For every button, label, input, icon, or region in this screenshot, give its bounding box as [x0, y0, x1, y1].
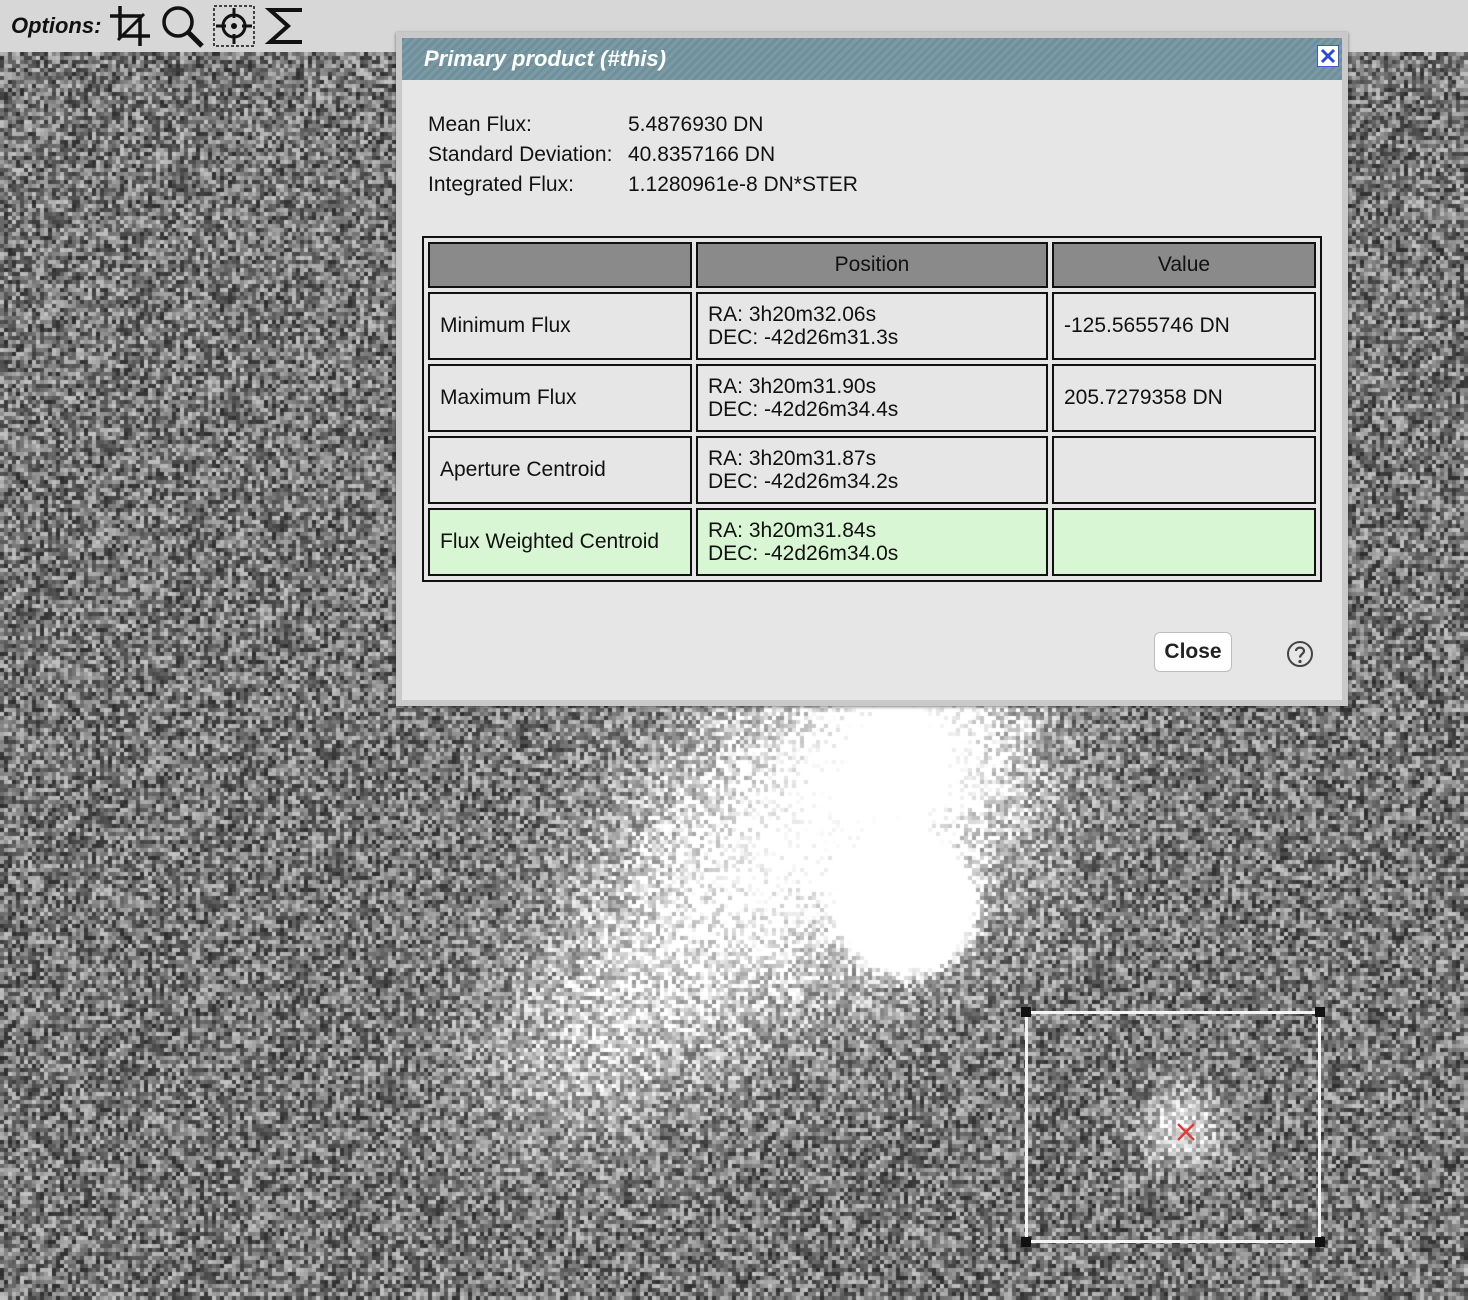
resize-handle-top-right[interactable] [1315, 1007, 1325, 1017]
centroid-marker-icon [1177, 1123, 1195, 1141]
table-row-value: -125.5655746 DN [1052, 292, 1316, 360]
table-header-blank [428, 242, 692, 288]
crosshair-icon[interactable] [211, 3, 257, 49]
dialog-titlebar[interactable]: Primary product (#this) [402, 38, 1342, 80]
table-header-position: Position [696, 242, 1048, 288]
dec-text: DEC: -42d26m34.4s [708, 398, 899, 421]
table-row-name: Flux Weighted Centroid [428, 508, 692, 576]
stat-row-mean: Mean Flux: 5.4876930 DN [428, 110, 858, 140]
image-viewer[interactable]: Options: Primary product (#this) Mean Fl… [0, 0, 1468, 1300]
stat-row-stddev: Standard Deviation: 40.8357166 DN [428, 140, 858, 170]
summary-stats: Mean Flux: 5.4876930 DN Standard Deviati… [428, 110, 858, 200]
close-button[interactable]: Close [1154, 632, 1232, 672]
dec-text: DEC: -42d26m34.0s [708, 542, 899, 565]
dec-text: DEC: -42d26m31.3s [708, 326, 899, 349]
resize-handle-bottom-left[interactable] [1021, 1237, 1031, 1247]
dec-text: DEC: -42d26m34.2s [708, 470, 899, 493]
sigma-icon[interactable] [263, 3, 309, 49]
stat-value: 40.8357166 DN [628, 143, 776, 166]
table-row-value [1052, 436, 1316, 504]
ra-text: RA: 3h20m32.06s [708, 303, 877, 326]
resize-handle-bottom-right[interactable] [1315, 1237, 1325, 1247]
magnifier-icon[interactable] [159, 3, 205, 49]
aperture-selection-box[interactable] [1021, 1007, 1325, 1247]
stat-label: Integrated Flux: [428, 173, 574, 196]
statistics-dialog: Primary product (#this) Mean Flux: 5.487… [396, 32, 1348, 706]
options-label: Options: [11, 13, 102, 38]
table-row-name: Minimum Flux [428, 292, 692, 360]
stat-label: Standard Deviation: [428, 143, 613, 166]
resize-handle-top-left[interactable] [1021, 1007, 1031, 1017]
stat-value: 1.1280961e-8 DN*STER [628, 173, 858, 196]
ra-text: RA: 3h20m31.87s [708, 447, 877, 470]
table-row-position: RA: 3h20m31.84s DEC: -42d26m34.0s [696, 508, 1048, 576]
table-row-name: Aperture Centroid [428, 436, 692, 504]
stat-row-integrated: Integrated Flux: 1.1280961e-8 DN*STER [428, 170, 858, 200]
table-row-name: Maximum Flux [428, 364, 692, 432]
dialog-title: Primary product (#this) [424, 46, 667, 71]
crop-icon[interactable] [107, 3, 153, 49]
table-row-value [1052, 508, 1316, 576]
stat-label: Mean Flux: [428, 113, 532, 136]
table-row-value: 205.7279358 DN [1052, 364, 1316, 432]
stat-value: 5.4876930 DN [628, 113, 764, 136]
close-x-icon[interactable] [1317, 45, 1339, 67]
ra-text: RA: 3h20m31.90s [708, 375, 877, 398]
table-row-position: RA: 3h20m32.06s DEC: -42d26m31.3s [696, 292, 1048, 360]
ra-text: RA: 3h20m31.84s [708, 519, 877, 542]
table-header-value: Value [1052, 242, 1316, 288]
help-icon[interactable] [1286, 640, 1314, 668]
table-row-position: RA: 3h20m31.87s DEC: -42d26m34.2s [696, 436, 1048, 504]
table-row-position: RA: 3h20m31.90s DEC: -42d26m34.4s [696, 364, 1048, 432]
results-table: Position Value Minimum Flux RA: 3h20m32.… [422, 236, 1322, 582]
